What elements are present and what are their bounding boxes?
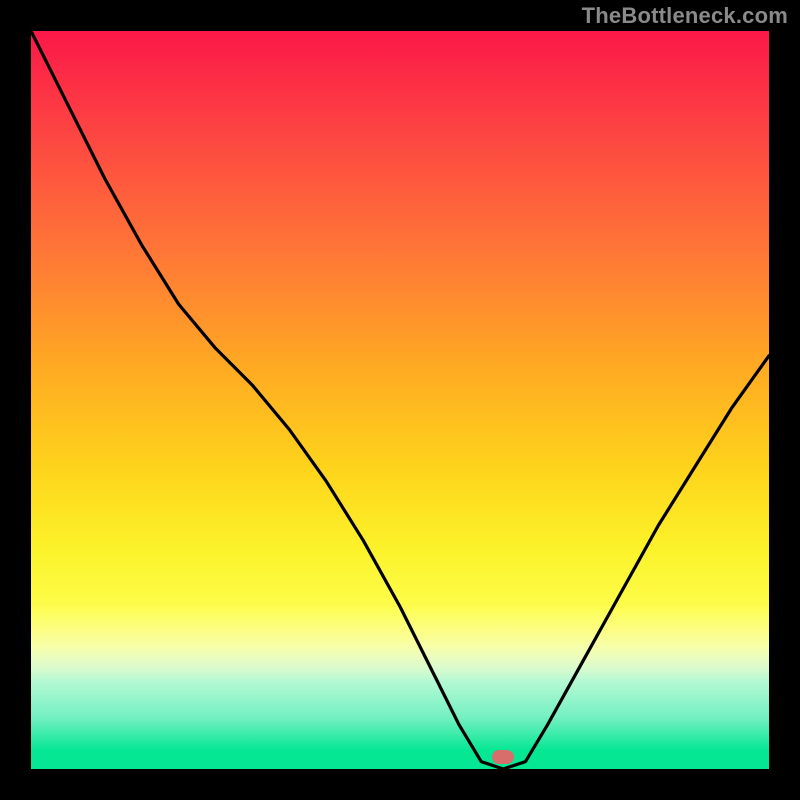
optimal-marker [492,750,514,764]
chart-frame: TheBottleneck.com [0,0,800,800]
bottleneck-curve [31,31,769,769]
plot-area [31,31,769,769]
watermark-text: TheBottleneck.com [582,3,788,29]
